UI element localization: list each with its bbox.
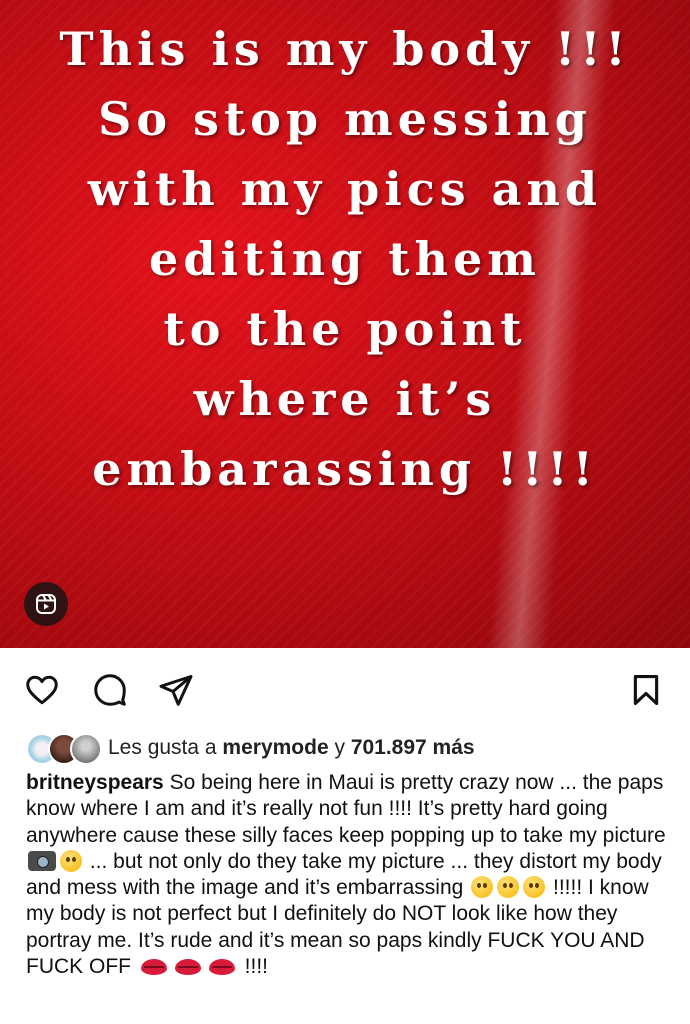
send-icon[interactable] [156,670,196,710]
likes-count[interactable]: 701.897 más [351,736,475,759]
avatar [70,733,102,765]
image-quote-line: where it’s [193,372,497,426]
post-image[interactable]: This is my body !!! So stop messing with… [0,0,690,648]
liker-avatars [26,733,104,765]
image-quote-line: to the point [163,302,527,356]
upside-down-emoji [523,876,546,899]
likes-connector: y [328,736,351,759]
grimacing-emoji [471,876,494,899]
heart-icon[interactable] [22,670,62,710]
kiss-mark-emoji [140,959,167,976]
image-quote-line: with my pics and [87,162,603,216]
liker-username[interactable]: merymode [222,736,328,759]
image-quote-line: embarassing !!!! [92,442,598,496]
image-quote: This is my body !!! So stop messing with… [0,14,690,504]
eye-roll-emoji [60,849,82,872]
kiss-mark-emoji [174,959,201,976]
flushed-emoji [497,876,520,899]
comment-icon[interactable] [90,670,130,710]
image-quote-line: editing them [149,232,541,286]
image-quote-line: So stop messing [98,92,592,146]
reels-icon[interactable] [24,582,68,626]
caption-text: !!!! [238,955,269,979]
likes-prefix: Les gusta a [108,736,223,759]
image-quote-line: This is my body !!! [59,22,631,76]
action-bar [0,648,690,730]
kiss-mark-emoji [208,959,235,976]
likes-text: Les gusta a merymode y 701.897 más [108,736,475,760]
camera-flash-emoji [28,850,56,871]
post-caption: britneyspears So being here in Maui is p… [0,766,690,980]
bookmark-icon[interactable] [626,670,666,710]
caption-username[interactable]: britneyspears [26,771,164,794]
likes-summary[interactable]: Les gusta a merymode y 701.897 más [0,730,690,766]
